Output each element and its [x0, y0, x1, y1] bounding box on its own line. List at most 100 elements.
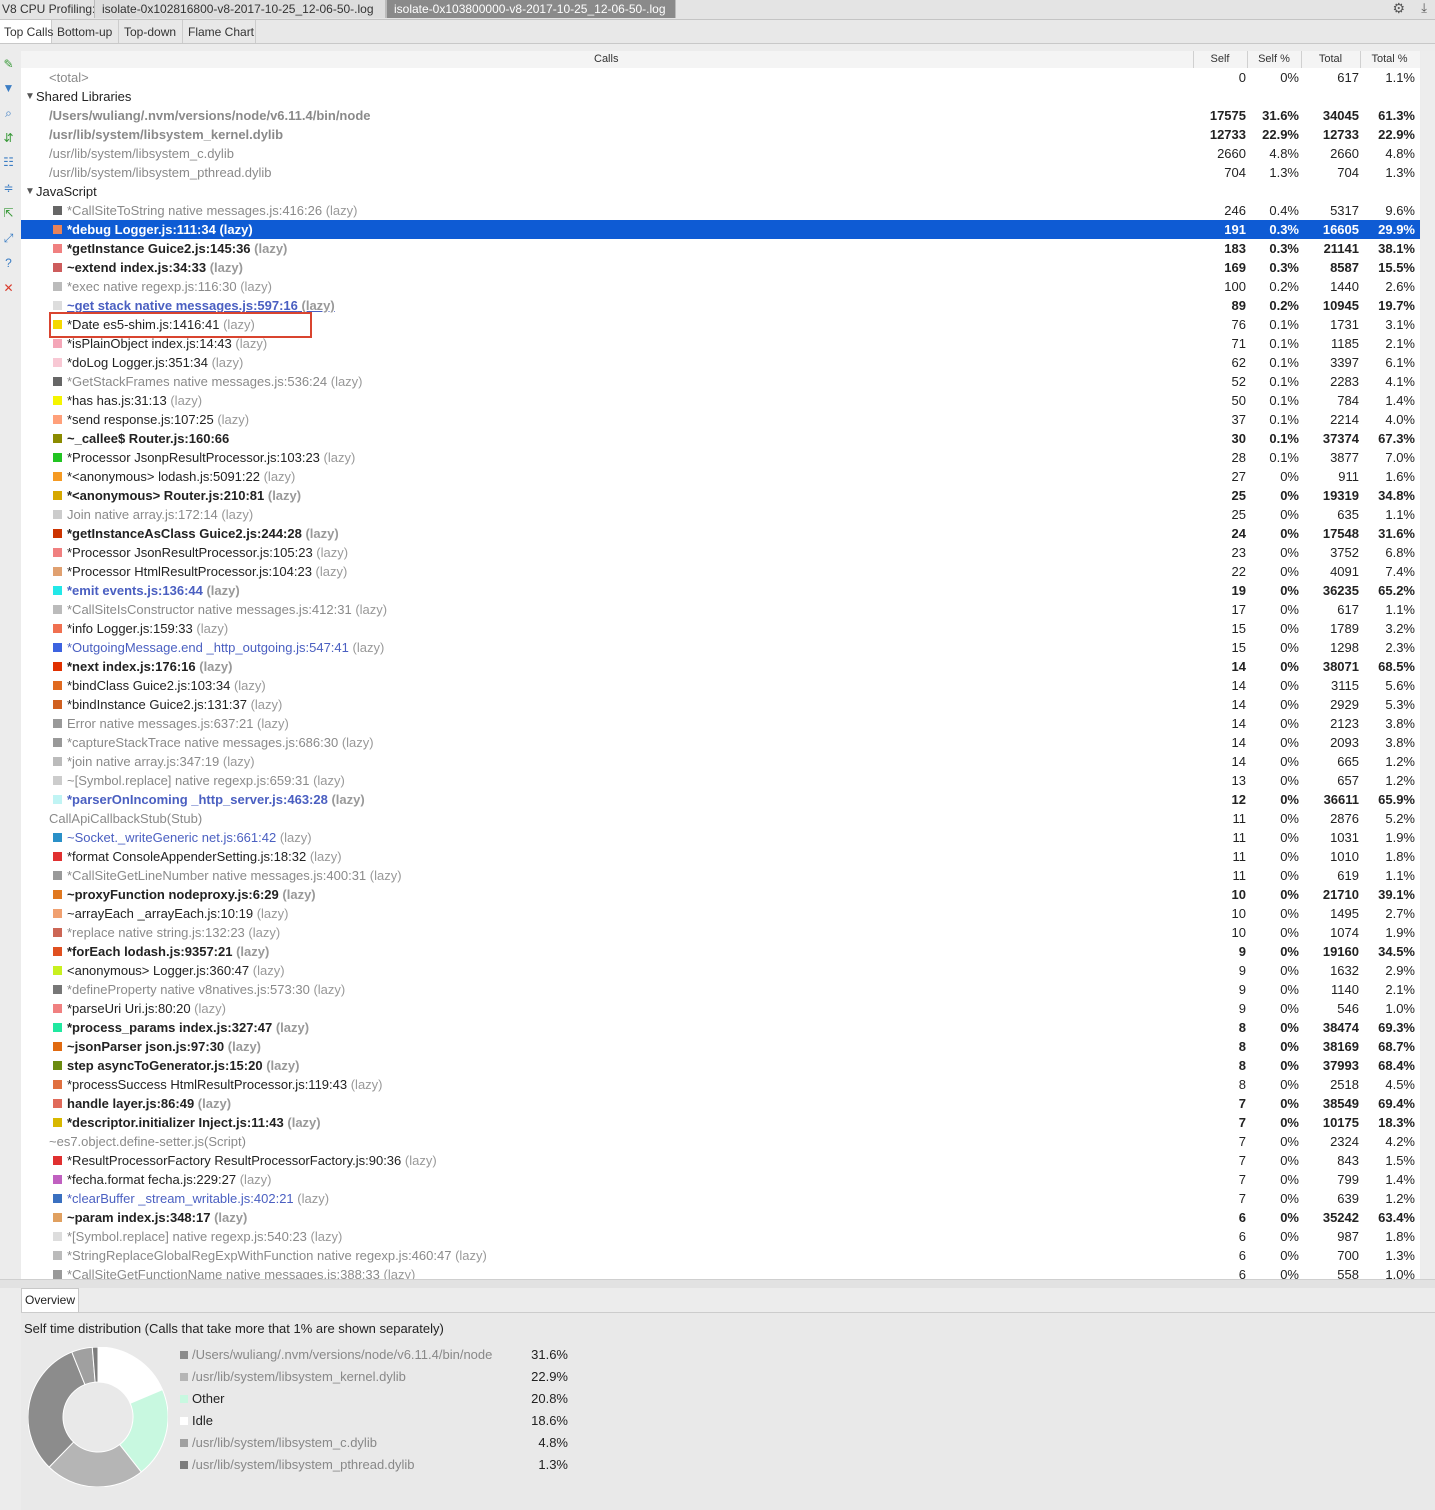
- table-row[interactable]: *processSuccess HtmlResultProcessor.js:1…: [21, 1075, 1420, 1094]
- color-swatch: [53, 643, 62, 652]
- table-row[interactable]: *has has.js:31:13 (lazy) 50 0.1% 784 1.4%: [21, 391, 1420, 410]
- table-row[interactable]: /Users/wuliang/.nvm/versions/node/v6.11.…: [21, 106, 1420, 125]
- table-row[interactable]: *CallSiteGetLineNumber native messages.j…: [21, 866, 1420, 885]
- table-row[interactable]: <total> 0 0% 617 1.1%: [21, 68, 1420, 87]
- column-total-pct[interactable]: Total %: [1360, 51, 1418, 68]
- scrollbar[interactable]: [1421, 51, 1435, 1279]
- table-row[interactable]: *info Logger.js:159:33 (lazy) 15 0% 1789 3.2…: [21, 619, 1420, 638]
- table-row[interactable]: *CallSiteGetFunctionName native messages…: [21, 1265, 1420, 1279]
- call-name: *forEach lodash.js:9357:21 (lazy): [67, 942, 269, 961]
- table-row[interactable]: ~[Symbol.replace] native regexp.js:659:3…: [21, 771, 1420, 790]
- table-row[interactable]: ~proxyFunction nodeproxy.js:6:29 (lazy) 1…: [21, 885, 1420, 904]
- navigate-icon[interactable]: ⇵: [1, 131, 16, 146]
- tab-top-calls[interactable]: Top Calls: [0, 20, 53, 43]
- table-row[interactable]: handle layer.js:86:49 (lazy) 7 0% 38549 69.4…: [21, 1094, 1420, 1113]
- table-row[interactable]: /usr/lib/system/libsystem_pthread.dylib 7…: [21, 163, 1420, 182]
- edit-icon[interactable]: ✎: [1, 57, 16, 72]
- export-icon[interactable]: ⇱: [1, 206, 16, 221]
- table-row[interactable]: *bindClass Guice2.js:103:34 (lazy) 14 0% 31…: [21, 676, 1420, 695]
- file-tab-2[interactable]: isolate-0x103800000-v8-2017-10-25_12-06-…: [386, 0, 676, 18]
- table-row[interactable]: *CallSiteIsConstructor native messages.j…: [21, 600, 1420, 619]
- call-name: *GetStackFrames native messages.js:536:2…: [67, 372, 363, 391]
- table-row[interactable]: *<anonymous> Router.js:210:81 (lazy) 25 0%…: [21, 486, 1420, 505]
- table-row[interactable]: *<anonymous> lodash.js:5091:22 (lazy) 27 0…: [21, 467, 1420, 486]
- table-row[interactable]: *process_params index.js:327:47 (lazy) 8 0…: [21, 1018, 1420, 1037]
- table-row[interactable]: CallApiCallbackStub(Stub) 11 0% 2876 5.2%: [21, 809, 1420, 828]
- splitter[interactable]: [0, 1279, 1435, 1288]
- search-icon[interactable]: ⌕: [1, 106, 16, 121]
- color-swatch: [53, 795, 62, 804]
- table-row[interactable]: *parseUri Uri.js:80:20 (lazy) 9 0% 546 1.0%: [21, 999, 1420, 1018]
- table-row[interactable]: *format ConsoleAppenderSetting.js:18:32 …: [21, 847, 1420, 866]
- expand-icon[interactable]: ⤢: [1, 231, 16, 246]
- table-row[interactable]: ~param index.js:348:17 (lazy) 6 0% 35242 63.…: [21, 1208, 1420, 1227]
- table-row[interactable]: *parserOnIncoming _http_server.js:463:28…: [21, 790, 1420, 809]
- tree-icon[interactable]: ☷: [1, 155, 16, 170]
- table-row[interactable]: *bindInstance Guice2.js:131:37 (lazy) 14 0…: [21, 695, 1420, 714]
- table-row[interactable]: *GetStackFrames native messages.js:536:2…: [21, 372, 1420, 391]
- call-name: *getInstance Guice2.js:145:36 (lazy): [67, 239, 287, 258]
- table-row[interactable]: *Processor JsonpResultProcessor.js:103:2…: [21, 448, 1420, 467]
- collapse-icon[interactable]: ≑: [1, 181, 16, 196]
- group-row[interactable]: ▼ Shared Libraries: [21, 87, 1420, 106]
- table-row[interactable]: *debug Logger.js:111:34 (lazy) 191 0.3% 166…: [21, 220, 1420, 239]
- table-row[interactable]: /usr/lib/system/libsystem_c.dylib 2660 4.8…: [21, 144, 1420, 163]
- table-row[interactable]: *Processor HtmlResultProcessor.js:104:23…: [21, 562, 1420, 581]
- table-row[interactable]: *StringReplaceGlobalRegExpWithFunction n…: [21, 1246, 1420, 1265]
- table-row[interactable]: *next index.js:176:16 (lazy) 14 0% 38071 68.…: [21, 657, 1420, 676]
- legend-item: /usr/lib/system/libsystem_pthread.dylib 1…: [180, 1455, 580, 1475]
- table-row[interactable]: Error native messages.js:637:21 (lazy) 14…: [21, 714, 1420, 733]
- table-row[interactable]: *forEach lodash.js:9357:21 (lazy) 9 0% 1916…: [21, 942, 1420, 961]
- title-bar: V8 CPU Profiling: isolate-0x102816800-v8…: [0, 0, 1435, 20]
- tab-bottom-up[interactable]: Bottom-up: [53, 20, 119, 43]
- expand-triangle-icon[interactable]: ▼: [25, 87, 35, 106]
- cell-total-pct: 1.3%: [1385, 165, 1415, 180]
- close-icon[interactable]: ✕: [1, 281, 16, 296]
- table-row[interactable]: ~jsonParser json.js:97:30 (lazy) 8 0% 38169…: [21, 1037, 1420, 1056]
- table-row[interactable]: <anonymous> Logger.js:360:47 (lazy) 9 0% 16…: [21, 961, 1420, 980]
- tab-top-down[interactable]: Top-down: [120, 20, 183, 43]
- help-icon[interactable]: ?: [1, 256, 16, 271]
- filter-icon[interactable]: ▼: [1, 81, 16, 96]
- table-row[interactable]: *fecha.format fecha.js:229:27 (lazy) 7 0% 7…: [21, 1170, 1420, 1189]
- color-swatch: [53, 1004, 62, 1013]
- table-row[interactable]: *getInstanceAsClass Guice2.js:244:28 (la…: [21, 524, 1420, 543]
- table-row[interactable]: *ResultProcessorFactory ResultProcessorF…: [21, 1151, 1420, 1170]
- table-row[interactable]: Join native array.js:172:14 (lazy) 25 0% 63…: [21, 505, 1420, 524]
- table-row[interactable]: *exec native regexp.js:116:30 (lazy) 100 0…: [21, 277, 1420, 296]
- table-row[interactable]: *join native array.js:347:19 (lazy) 14 0% 6…: [21, 752, 1420, 771]
- cell-total-pct: 2.1%: [1385, 336, 1415, 351]
- table-row[interactable]: *doLog Logger.js:351:34 (lazy) 62 0.1% 3397…: [21, 353, 1420, 372]
- download-icon[interactable]: ⤓: [1421, 0, 1427, 16]
- table-row[interactable]: *[Symbol.replace] native regexp.js:540:2…: [21, 1227, 1420, 1246]
- table-row[interactable]: /usr/lib/system/libsystem_kernel.dylib 12…: [21, 125, 1420, 144]
- file-tab-1[interactable]: isolate-0x102816800-v8-2017-10-25_12-06-…: [94, 0, 386, 18]
- expand-triangle-icon[interactable]: ▼: [25, 182, 35, 201]
- table-row[interactable]: *descriptor.initializer Inject.js:11:43 …: [21, 1113, 1420, 1132]
- column-calls[interactable]: Calls: [594, 53, 618, 65]
- table-row[interactable]: ~arrayEach _arrayEach.js:10:19 (lazy) 10 0…: [21, 904, 1420, 923]
- table-row[interactable]: *getInstance Guice2.js:145:36 (lazy) 183 0…: [21, 239, 1420, 258]
- table-row[interactable]: *captureStackTrace native messages.js:68…: [21, 733, 1420, 752]
- table-row[interactable]: *replace native string.js:132:23 (lazy) 1…: [21, 923, 1420, 942]
- group-row[interactable]: ▼ JavaScript: [21, 182, 1420, 201]
- table-row[interactable]: ~Socket._writeGeneric net.js:661:42 (laz…: [21, 828, 1420, 847]
- table-row[interactable]: ~es7.object.define-setter.js(Script) 7 0% 2…: [21, 1132, 1420, 1151]
- tab-flame-chart[interactable]: Flame Chart: [184, 20, 256, 43]
- table-row[interactable]: ~extend index.js:34:33 (lazy) 169 0.3% 8587…: [21, 258, 1420, 277]
- table-row[interactable]: *defineProperty native v8natives.js:573:…: [21, 980, 1420, 999]
- table-row[interactable]: *CallSiteToString native messages.js:416…: [21, 201, 1420, 220]
- column-self[interactable]: Self: [1193, 51, 1246, 68]
- column-total[interactable]: Total: [1301, 51, 1359, 68]
- table-row[interactable]: *clearBuffer _stream_writable.js:402:21 …: [21, 1189, 1420, 1208]
- gear-icon[interactable]: ⚙: [1392, 0, 1405, 17]
- table-row[interactable]: ~_callee$ Router.js:160:66 30 0.1% 37374 67.…: [21, 429, 1420, 448]
- table-row[interactable]: step asyncToGenerator.js:15:20 (lazy) 8 0%…: [21, 1056, 1420, 1075]
- table-row[interactable]: *OutgoingMessage.end _http_outgoing.js:5…: [21, 638, 1420, 657]
- table-row[interactable]: *emit events.js:136:44 (lazy) 19 0% 36235 65…: [21, 581, 1420, 600]
- column-self-pct[interactable]: Self %: [1247, 51, 1300, 68]
- cell-total: 1789: [1330, 621, 1359, 636]
- tab-overview[interactable]: Overview: [21, 1288, 79, 1312]
- table-row[interactable]: *send response.js:107:25 (lazy) 37 0.1% 221…: [21, 410, 1420, 429]
- table-row[interactable]: *Processor JsonResultProcessor.js:105:23…: [21, 543, 1420, 562]
